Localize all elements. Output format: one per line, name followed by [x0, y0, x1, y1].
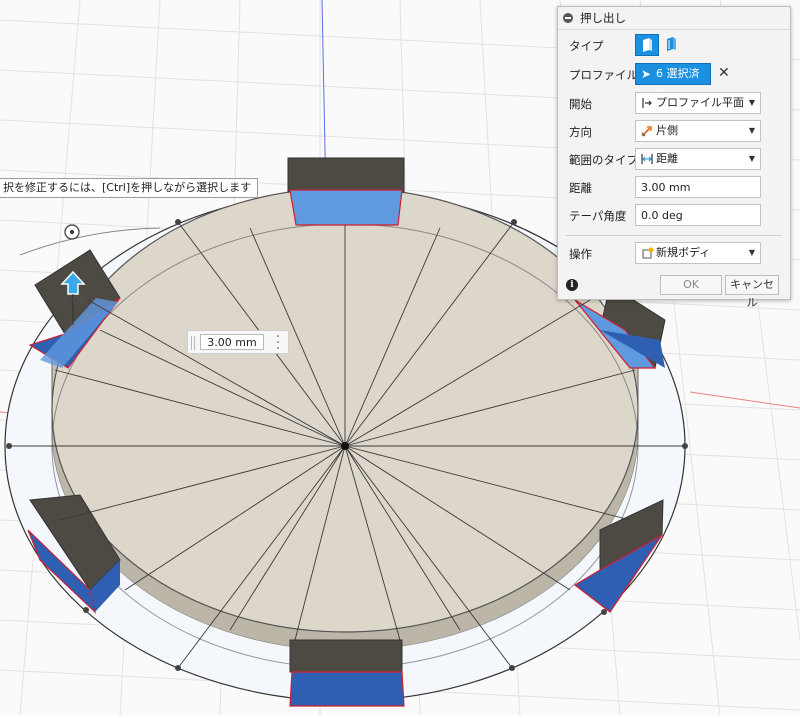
clear-selection-icon[interactable]: ✕	[718, 65, 730, 81]
profile-row: プロファイル ➤ 6 選択済み ✕	[558, 63, 790, 100]
chevron-down-icon: ▼	[748, 98, 755, 107]
distance-dimension-input[interactable]: ···	[187, 330, 289, 356]
extent-type-dropdown[interactable]: 距離 ▼	[635, 148, 761, 170]
dialog-title: 押し出し	[580, 11, 626, 25]
ghost-dimension-label: 3.00	[62, 294, 87, 307]
profile-label: プロファイル	[569, 68, 638, 82]
one-side-direction-icon	[641, 126, 652, 137]
solid-type-button[interactable]	[635, 34, 659, 56]
operation-dropdown[interactable]: 新規ボディ ▼	[635, 242, 761, 264]
distance-extent-icon	[641, 154, 653, 164]
operation-label: 操作	[569, 247, 592, 261]
selection-hint-tooltip: 択を修正するには、[Ctrl]を押しながら選択します	[0, 178, 259, 198]
cancel-button[interactable]: キャンセル	[725, 275, 779, 309]
new-body-icon	[642, 247, 654, 259]
type-label: タイプ	[569, 39, 604, 53]
info-icon[interactable]: i	[566, 279, 578, 291]
operation-value: 新規ボディ	[656, 246, 711, 259]
distance-field[interactable]	[635, 176, 761, 198]
thin-type-button[interactable]	[661, 34, 685, 56]
direction-dropdown[interactable]: 片側 ▼	[635, 120, 761, 142]
taper-label: テーパ角度	[569, 209, 627, 223]
start-dropdown[interactable]: プロファイル平面 ▼	[635, 92, 761, 114]
operation-row: 操作 新規ボディ ▼	[558, 242, 790, 266]
direction-label: 方向	[569, 125, 592, 139]
collapse-icon[interactable]	[563, 13, 573, 23]
ok-button[interactable]: OK	[660, 275, 722, 295]
more-options-icon[interactable]: · · ·	[275, 330, 281, 356]
extrude-dialog: 押し出し タイプ プロファイル ➤ 6 選択済み ✕ 開始	[557, 6, 791, 309]
distance-row: 距離	[558, 176, 790, 200]
start-value: プロファイル平面	[656, 96, 744, 109]
profile-selection-button[interactable]: ➤ 6 選択済み	[635, 63, 711, 100]
extent-type-row: 範囲のタイプ 距離 ▼	[558, 148, 790, 172]
type-row: タイプ	[558, 34, 790, 58]
distance-label: 距離	[569, 181, 592, 195]
extent-type-label: 範囲のタイプ	[569, 153, 638, 167]
start-row: 開始 プロファイル平面 ▼	[558, 92, 790, 116]
divider	[566, 235, 782, 236]
drag-grip-icon[interactable]	[191, 336, 195, 350]
thin-extrude-icon	[667, 37, 676, 51]
direction-row: 方向 片側 ▼	[558, 120, 790, 144]
dialog-titlebar[interactable]: 押し出し	[558, 7, 790, 30]
taper-angle-field[interactable]	[635, 204, 761, 226]
chevron-down-icon: ▼	[748, 248, 755, 257]
direction-value: 片側	[656, 124, 678, 137]
extent-type-value: 距離	[656, 152, 678, 165]
chevron-down-icon: ▼	[748, 126, 755, 135]
chevron-down-icon: ▼	[748, 154, 755, 163]
cursor-icon: ➤	[641, 67, 652, 81]
start-label: 開始	[569, 97, 592, 111]
distance-dimension-field[interactable]	[200, 334, 264, 350]
solid-extrude-icon	[643, 38, 652, 52]
taper-row: テーパ角度	[558, 204, 790, 228]
center-point[interactable]	[341, 442, 349, 450]
profile-plane-icon	[642, 98, 652, 108]
